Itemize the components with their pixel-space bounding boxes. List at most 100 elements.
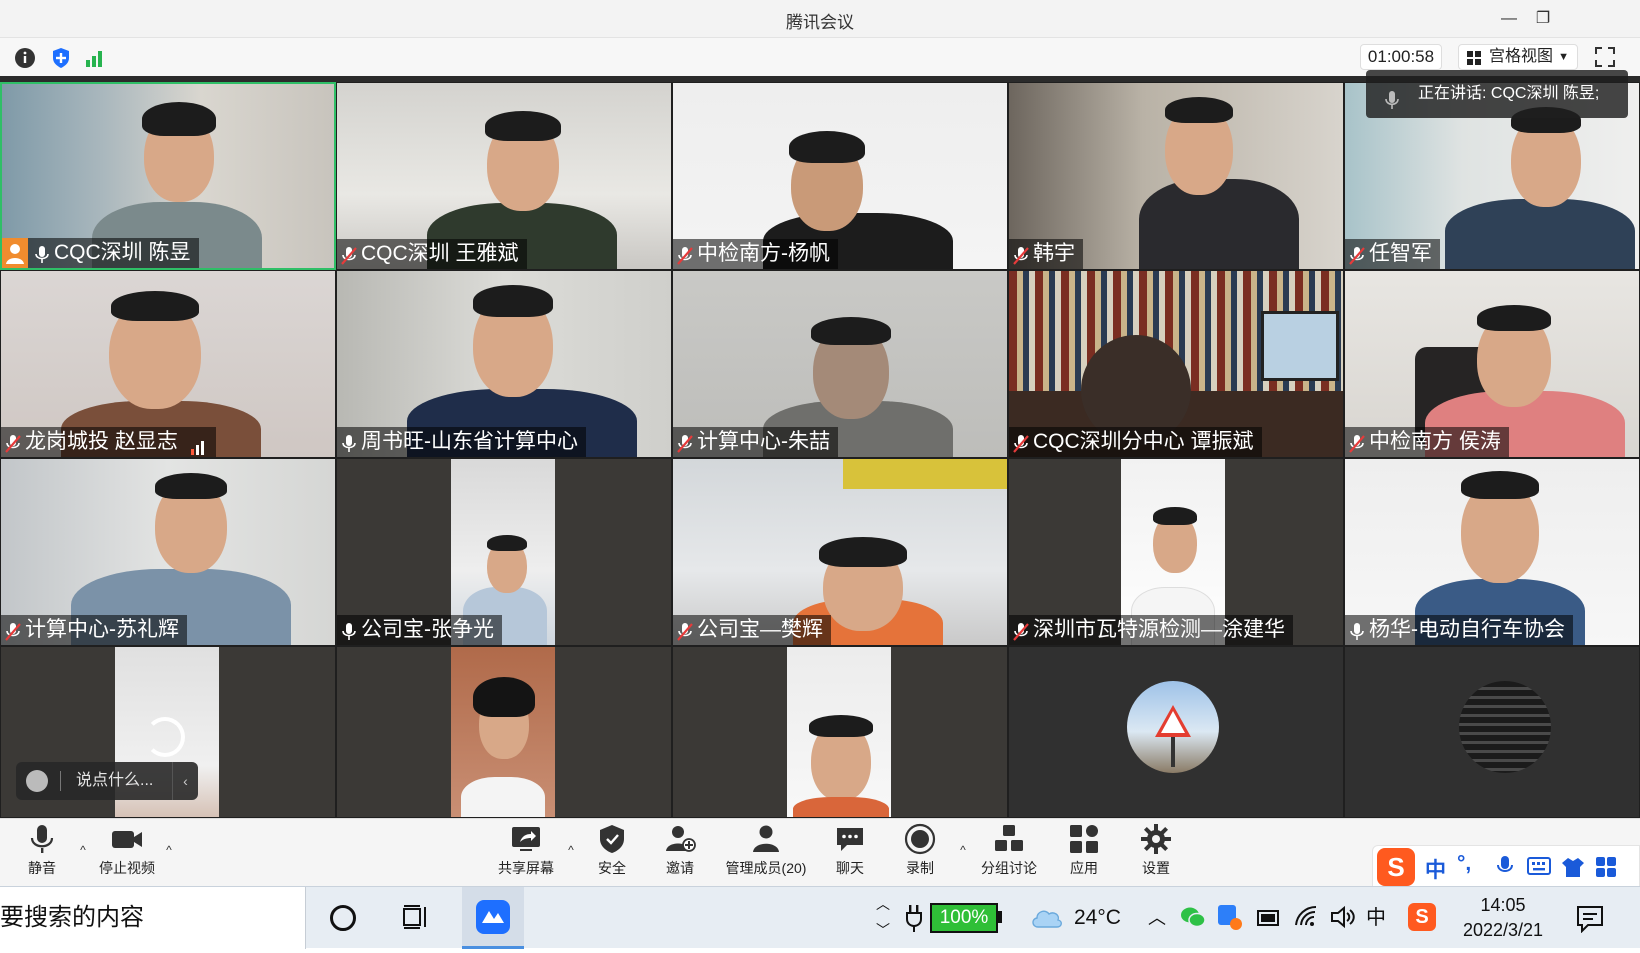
video-tile[interactable]: 计算中心-朱喆	[672, 270, 1008, 458]
mic-muted-icon	[1013, 432, 1029, 453]
apps-button[interactable]: 应用	[1064, 823, 1104, 878]
participant-avatar	[1459, 681, 1551, 773]
video-tile[interactable]: 公司宝-张争光	[336, 458, 672, 646]
network-signal-icon[interactable]	[82, 45, 108, 71]
mute-button[interactable]: 静音	[22, 823, 62, 878]
taskbar-search-box[interactable]: 要搜索的内容	[0, 887, 306, 949]
invite-button[interactable]: 邀请	[660, 823, 700, 878]
record-options-chevron[interactable]: ^	[956, 843, 970, 857]
video-options-chevron[interactable]: ^	[162, 843, 176, 857]
chat-button[interactable]: 聊天	[830, 823, 870, 878]
video-tile[interactable]: CQC深圳分中心 谭振斌	[1008, 270, 1344, 458]
participant-name: 公司宝-张争光	[361, 618, 494, 641]
emoji-icon[interactable]	[26, 770, 48, 792]
video-tile[interactable]: CQC深圳 陈昱	[0, 82, 336, 270]
video-tile[interactable]	[672, 646, 1008, 818]
title-bar: 腾讯会议 — ❐	[0, 0, 1640, 38]
mic-muted-icon	[677, 432, 693, 453]
record-icon	[904, 823, 936, 855]
video-tile[interactable]: 公司宝—樊辉	[672, 458, 1008, 646]
mic-muted-icon	[1013, 244, 1029, 265]
app-tray-icon[interactable]	[1216, 903, 1242, 936]
video-tile[interactable]: CQC深圳 王雅斌	[336, 82, 672, 270]
audio-options-chevron[interactable]: ^	[76, 843, 90, 857]
microphone-icon	[26, 823, 58, 855]
wifi-icon[interactable]	[1294, 905, 1320, 934]
breakout-rooms-button[interactable]: 分组讨论	[978, 823, 1040, 878]
settings-button[interactable]: 设置	[1136, 823, 1176, 878]
participant-name-bar: 龙岗城投 赵显志	[1, 427, 216, 457]
fullscreen-icon[interactable]	[1594, 46, 1616, 68]
video-tile[interactable]	[336, 646, 672, 818]
sogou-logo-icon[interactable]: S	[1377, 848, 1415, 886]
participant-name-bar: 韩宇	[1009, 239, 1083, 269]
camera-icon	[111, 823, 143, 855]
video-tile[interactable]	[1344, 646, 1640, 818]
manage-members-button[interactable]: 管理成员(20)	[722, 823, 810, 878]
task-view-icon[interactable]	[402, 903, 430, 936]
video-tile[interactable]	[1008, 646, 1344, 818]
chat-placeholder: 说点什么...	[76, 772, 154, 789]
weather-temp[interactable]: 24°C	[1074, 887, 1121, 949]
mic-muted-icon	[5, 620, 21, 641]
collapse-icon[interactable]: ‹	[172, 762, 198, 800]
ime-toolbar: S 中 °,	[1372, 845, 1640, 887]
volume-icon[interactable]	[1330, 905, 1356, 934]
battery-tip	[998, 911, 1002, 923]
video-tile[interactable]: 深圳市瓦特源检测—涂建华	[1008, 458, 1344, 646]
video-tile[interactable]: 龙岗城投 赵显志	[0, 270, 336, 458]
video-tile[interactable]: 计算中心-苏礼辉	[0, 458, 336, 646]
sogou-tray-icon[interactable]: S	[1408, 903, 1436, 931]
chevron-down-icon: ▼	[1558, 51, 1569, 63]
share-screen-button[interactable]: 共享屏幕	[496, 823, 556, 878]
participant-name: CQC深圳分中心 谭振斌	[1033, 430, 1254, 453]
chevron-up-icon[interactable]: ︿	[1148, 887, 1166, 949]
video-tile[interactable]: 中检南方-杨帆	[672, 82, 1008, 270]
add-user-icon	[664, 823, 696, 855]
participant-name: 深圳市瓦特源检测—涂建华	[1033, 618, 1285, 641]
participant-name: 中检南方-杨帆	[697, 242, 830, 265]
view-mode-dropdown[interactable]: 宫格视图 ▼	[1458, 44, 1578, 70]
tencent-meeting-taskbar-app[interactable]	[462, 887, 524, 949]
video-tile[interactable]: 周书旺-山东省计算中心	[336, 270, 672, 458]
gear-icon	[1140, 823, 1172, 855]
mic-on-icon	[341, 432, 357, 452]
record-button[interactable]: 录制	[900, 823, 940, 878]
stop-video-button[interactable]: 停止视频	[94, 823, 160, 878]
shield-icon[interactable]	[48, 45, 74, 71]
mic-muted-icon	[677, 620, 693, 641]
wechat-icon[interactable]	[1180, 905, 1206, 934]
battery-indicator[interactable]: 100%	[930, 903, 998, 933]
security-button[interactable]: 安全	[592, 823, 632, 878]
info-icon[interactable]	[12, 45, 38, 71]
video-gallery: CQC深圳 陈昱 CQC深圳 王雅斌 中检南方-杨帆 韩宇 任智军 龙岗城投 赵…	[0, 76, 1640, 818]
notification-icon[interactable]	[1576, 905, 1604, 938]
chat-quick-input[interactable]: 说点什么... ‹	[16, 762, 198, 800]
mic-muted-icon	[5, 432, 21, 453]
cortana-icon[interactable]	[330, 905, 356, 931]
share-options-chevron[interactable]: ^	[564, 843, 578, 857]
device-tray-icon[interactable]	[1256, 907, 1282, 934]
meeting-controls: 静音 ^ 停止视频 ^ 共享屏幕 ^ 安全 邀请 管理成员(20) 聊天 录制 …	[0, 818, 1640, 887]
participant-name-bar: 中检南方-杨帆	[673, 239, 838, 269]
ime-punctuation[interactable]: °,	[1457, 852, 1471, 876]
video-tile[interactable]: 杨华-电动自行车协会	[1344, 458, 1640, 646]
toolbox-icon[interactable]	[1595, 856, 1617, 883]
signal-weak-icon	[190, 434, 208, 455]
restore-button[interactable]: ❐	[1530, 6, 1556, 32]
video-tile[interactable]: 韩宇	[1008, 82, 1344, 270]
tray-overflow-arrows[interactable]: ︿ ﹀	[876, 891, 890, 953]
participant-name-bar: 深圳市瓦特源检测—涂建华	[1009, 615, 1293, 645]
skin-icon[interactable]	[1561, 856, 1585, 883]
ime-language[interactable]: 中	[1425, 854, 1446, 884]
input-language-indicator[interactable]: 中	[1366, 887, 1386, 949]
meeting-timer: 01:00:58	[1360, 44, 1442, 70]
participant-name-bar: 任智军	[1345, 239, 1440, 269]
participant-name-bar: 中检南方 侯涛	[1345, 427, 1509, 457]
keyboard-icon[interactable]	[1527, 857, 1551, 880]
voice-input-icon[interactable]	[1497, 854, 1513, 883]
minimize-button[interactable]: —	[1496, 6, 1522, 32]
system-clock[interactable]: 14:05 2022/3/21	[1448, 893, 1558, 943]
video-tile[interactable]: 中检南方 侯涛	[1344, 270, 1640, 458]
participant-name-bar: 计算中心-苏礼辉	[1, 615, 187, 645]
